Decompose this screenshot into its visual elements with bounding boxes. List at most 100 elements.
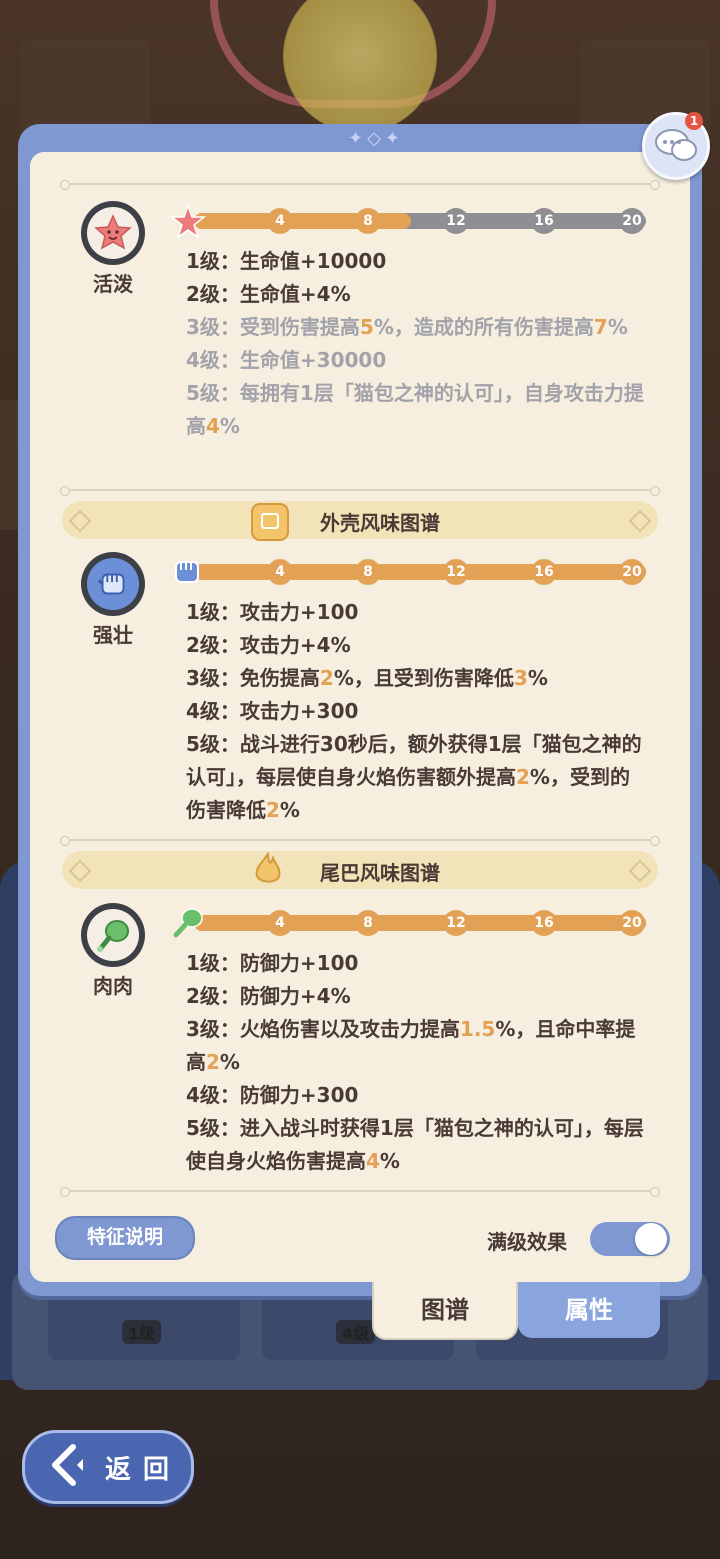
trait-progress-bar: 4 8 12 16 20 [194, 208, 646, 234]
progress-level-marker: 8 [355, 910, 381, 936]
effect-line: 3级：受到伤害提高5%，造成的所有伤害提高7% [186, 311, 646, 344]
feature-description-button[interactable]: 特征说明 [55, 1216, 195, 1260]
effect-line: 3级：免伤提高2%，且受到伤害降低3% [186, 662, 646, 695]
back-button[interactable]: 返回 [22, 1430, 194, 1504]
effect-line: 1级：攻击力+100 [186, 596, 646, 629]
slot-level-label: 4级 [336, 1320, 376, 1344]
tab-atlas[interactable]: 图谱 [372, 1282, 518, 1340]
effect-line: 2级：生命值+4% [186, 278, 646, 311]
progress-level-marker: 8 [355, 559, 381, 585]
trait-name: 强壮 [93, 623, 133, 647]
effect-text: 3级：火焰伤害以及攻击力提高 [186, 1017, 460, 1041]
divider [60, 486, 660, 496]
progress-level-marker: 4 [267, 208, 293, 234]
progress-level-marker: 20 [619, 208, 645, 234]
effect-text: 4级：攻击力+300 [186, 699, 359, 723]
effect-text: % [527, 666, 548, 690]
section-title: 尾巴风味图谱 [320, 861, 440, 885]
slot-level-label: 1级 [122, 1320, 162, 1344]
tab-attributes[interactable]: 属性 [518, 1282, 660, 1338]
section-banner: 外壳风味图谱 [62, 501, 658, 539]
effect-line: 5级：战斗进行30秒后，额外获得1层「猫包之神的认可」，每层使自身火焰伤害额外提… [186, 728, 646, 827]
progress-level-marker: 4 [267, 910, 293, 936]
progress-level-marker: 12 [443, 559, 469, 585]
effect-value: 4 [366, 1149, 380, 1173]
effect-value: 3 [513, 666, 528, 690]
max-level-toggle[interactable] [590, 1222, 670, 1256]
effect-text: %，造成的所有伤害提高 [373, 315, 594, 339]
effect-text: 3级：免伤提高 [186, 666, 320, 690]
effect-value: 2 [206, 1050, 220, 1074]
fist-icon [87, 558, 139, 610]
toggle-knob [635, 1223, 667, 1255]
back-label: 返回 [105, 1455, 182, 1485]
effect-text: 1级：防御力+100 [186, 951, 359, 975]
effect-value: 7 [593, 315, 608, 339]
trait-effects-list: 1级：生命值+10000 2级：生命值+4% 3级：受到伤害提高5%，造成的所有伤害… [186, 245, 646, 443]
effect-text: % [379, 1149, 400, 1173]
effect-text: 3级：受到伤害提高 [186, 315, 360, 339]
progress-level-marker: 16 [531, 559, 557, 585]
effect-line: 4级：生命值+30000 [186, 344, 646, 377]
progress-fill [194, 915, 646, 931]
effect-line: 4级：防御力+300 [186, 1079, 646, 1112]
section-title: 外壳风味图谱 [320, 511, 440, 535]
mascot-character [250, 0, 470, 140]
drumstick-icon [173, 908, 203, 938]
trait-name: 肉肉 [93, 974, 133, 998]
effect-line: 5级：进入战斗时获得1层「猫包之神的认可」，每层使自身火焰伤害提高4% [186, 1112, 646, 1178]
trait-icon[interactable] [81, 201, 145, 265]
effect-text: %，且受到伤害降低 [333, 666, 514, 690]
effect-text: 1级：生命值+10000 [186, 249, 387, 273]
effect-line: 2级：防御力+4% [186, 980, 646, 1013]
progress-level-marker: 16 [531, 208, 557, 234]
divider [60, 1187, 660, 1197]
section-banner: 尾巴风味图谱 [62, 851, 658, 889]
back-arrow-icon [52, 1444, 83, 1486]
star-face-icon [170, 204, 206, 239]
effect-text: 4级：生命值+30000 [186, 348, 387, 372]
effect-text: 5级：每拥有1层「猫包之神的认可」，自身攻击力提高 [186, 381, 644, 438]
progress-level-marker: 8 [355, 208, 381, 234]
effect-value: 2 [319, 666, 334, 690]
effect-line: 4级：攻击力+300 [186, 695, 646, 728]
effect-text: 5级：进入战斗时获得1层「猫包之神的认可」，每层使自身火焰伤害提高 [186, 1116, 644, 1173]
effect-text: 1级：攻击力+100 [186, 600, 359, 624]
notification-badge: 1 [685, 112, 703, 130]
trait-name: 活泼 [93, 272, 133, 296]
trait-progress-bar: 4 8 12 16 20 [194, 559, 646, 585]
progress-level-marker: 12 [443, 910, 469, 936]
effect-value: 2 [266, 798, 280, 822]
drumstick-icon [87, 909, 139, 961]
progress-fill [194, 564, 646, 580]
shell-icon [251, 503, 289, 541]
trait-effects-list: 1级：攻击力+100 2级：攻击力+4% 3级：免伤提高2%，且受到伤害降低3% 4级… [186, 596, 646, 827]
effect-line: 5级：每拥有1层「猫包之神的认可」，自身攻击力提高4% [186, 377, 646, 443]
effect-value: 2 [516, 765, 530, 789]
fist-icon [175, 561, 199, 583]
trait-effects-list: 1级：防御力+100 2级：防御力+4% 3级：火焰伤害以及攻击力提高1.5%，且命… [186, 947, 646, 1178]
effect-text: 4级：防御力+300 [186, 1083, 359, 1107]
effect-line: 1级：防御力+100 [186, 947, 646, 980]
progress-level-marker: 20 [619, 559, 645, 585]
trait-progress-bar: 4 8 12 16 20 [194, 910, 646, 936]
effect-text: % [279, 798, 300, 822]
progress-level-marker: 12 [443, 208, 469, 234]
panel-top-ornament-icon: ✦◇✦ [348, 128, 405, 149]
divider [60, 836, 660, 846]
effect-value: 1.5 [459, 1017, 496, 1041]
effect-text: 2级：生命值+4% [186, 282, 351, 306]
trait-icon[interactable] [81, 552, 145, 616]
progress-level-marker: 20 [619, 910, 645, 936]
effect-text: % [607, 315, 628, 339]
progress-level-marker: 16 [531, 910, 557, 936]
effect-line: 3级：火焰伤害以及攻击力提高1.5%，且命中率提高2% [186, 1013, 646, 1079]
effect-line: 2级：攻击力+4% [186, 629, 646, 662]
flame-tail-icon [251, 851, 285, 886]
divider [60, 180, 660, 190]
chat-bubble-icon [655, 129, 697, 161]
effect-text: % [219, 414, 240, 438]
trait-icon[interactable] [81, 903, 145, 967]
effect-text: % [219, 1050, 240, 1074]
effect-line: 1级：生命值+10000 [186, 245, 646, 278]
